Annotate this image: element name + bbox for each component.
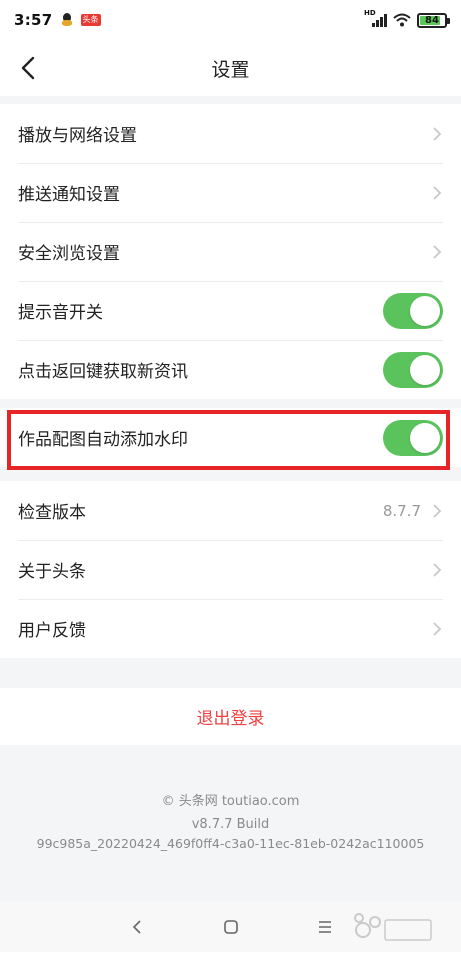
nav-home-icon <box>223 920 238 934</box>
wifi-icon <box>393 13 411 27</box>
settings-item-about[interactable]: 关于头条 <box>0 540 461 599</box>
back-icon <box>21 56 35 80</box>
back-button[interactable] <box>12 52 44 84</box>
chevron-right-icon <box>433 621 442 636</box>
chevron-right-icon <box>433 562 442 577</box>
nav-home-button[interactable] <box>219 915 243 939</box>
nav-menu-icon <box>318 921 331 933</box>
nav-back-button[interactable] <box>125 915 149 939</box>
settings-item-label: 用户反馈 <box>18 621 86 641</box>
watermark-toggle[interactable] <box>383 419 443 456</box>
footer-version: v8.7.7 Build <box>191 817 270 832</box>
chevron-right-icon <box>433 126 442 141</box>
settings-item-safe-browsing[interactable]: 安全浏览设置 <box>0 222 461 281</box>
signal-icon: HD <box>364 9 387 27</box>
footer-build: 99c985a_20220424_469f0ff4-c3a0-11ec-81eb… <box>36 836 425 851</box>
back-refresh-toggle[interactable] <box>383 351 443 388</box>
nav-bar: 设置 <box>0 40 461 96</box>
settings-item-label: 关于头条 <box>18 562 86 582</box>
page-title: 设置 <box>211 58 250 81</box>
toutiao-badge-icon: 头条 <box>80 14 101 26</box>
settings-item-watermark: 作品配图自动添加水印 <box>0 408 461 467</box>
settings-item-feedback[interactable]: 用户反馈 <box>0 599 461 658</box>
chevron-right-icon <box>433 244 442 259</box>
status-time: 3:57 <box>14 11 53 29</box>
chevron-right-icon <box>433 185 442 200</box>
settings-item-sound-toggle: 提示音开关 <box>0 281 461 340</box>
logout-label: 退出登录 <box>196 709 265 729</box>
nav-menu-button[interactable] <box>313 915 337 939</box>
bottom-edge <box>0 952 461 962</box>
logout-button[interactable]: 退出登录 <box>0 688 461 745</box>
nav-back-icon <box>132 920 141 934</box>
sound-toggle[interactable] <box>383 292 443 329</box>
settings-item-label: 推送通知设置 <box>18 185 120 205</box>
settings-item-back-refresh: 点击返回键获取新资讯 <box>0 340 461 399</box>
settings-item-label: 作品配图自动添加水印 <box>18 430 188 450</box>
settings-group-main: 播放与网络设置 推送通知设置 安全浏览设置 提示音开关 点击返回键获取新资讯 <box>0 104 461 399</box>
settings-group-about: 检查版本 8.7.7 关于头条 用户反馈 <box>0 481 461 658</box>
settings-item-label: 播放与网络设置 <box>18 126 137 146</box>
battery-icon: 84 <box>417 12 450 28</box>
settings-item-label: 检查版本 <box>18 503 86 523</box>
network-type: HD <box>364 9 376 17</box>
settings-item-label: 提示音开关 <box>18 303 103 323</box>
status-bar: 3:57 头条 HD 84 <box>0 0 461 40</box>
version-value: 8.7.7 <box>382 501 421 520</box>
settings-item-check-version[interactable]: 检查版本 8.7.7 <box>0 481 461 540</box>
watermark-logo-icon <box>354 913 432 941</box>
chevron-right-icon <box>433 503 442 518</box>
footer-copyright: © 头条网 toutiao.com <box>161 794 300 809</box>
settings-item-label: 点击返回键获取新资讯 <box>18 362 188 382</box>
battery-level: 84 <box>425 14 439 26</box>
settings-group-watermark: 作品配图自动添加水印 <box>0 408 461 467</box>
settings-item-playback-network[interactable]: 播放与网络设置 <box>0 104 461 163</box>
settings-item-label: 安全浏览设置 <box>18 244 120 264</box>
qq-icon <box>61 13 73 27</box>
settings-item-push-notifications[interactable]: 推送通知设置 <box>0 163 461 222</box>
